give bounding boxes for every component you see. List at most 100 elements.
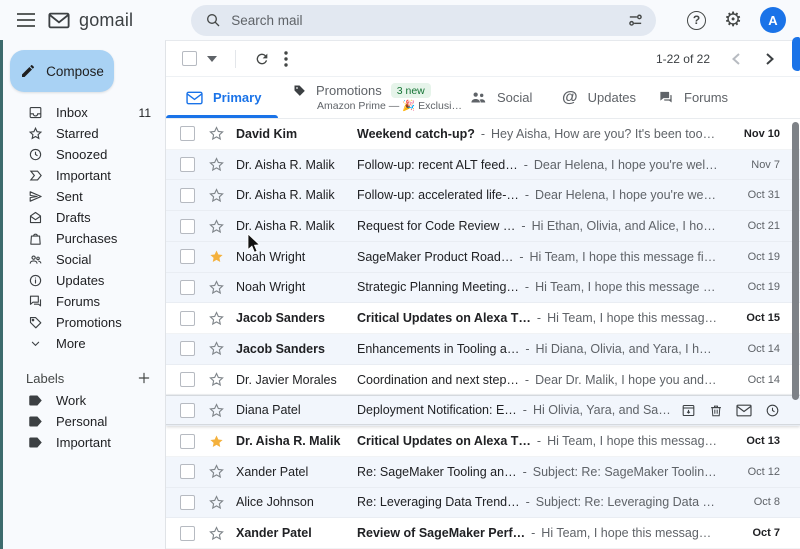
search-input[interactable] [231,12,618,28]
email-snippet: Subject: Re: Leveraging Data Trends to E… [535,495,718,510]
email-sender: Noah Wright [236,280,306,295]
star-toggle-icon[interactable] [208,402,225,419]
row-checkbox[interactable] [180,402,195,418]
separator: - [519,249,524,264]
star-toggle-icon[interactable] [208,494,225,511]
row-checkbox[interactable] [180,249,195,265]
search-options-tune-icon[interactable] [627,12,644,29]
sidebar-label-important[interactable]: Important [0,432,165,453]
more-options-icon[interactable] [280,47,292,71]
email-row[interactable]: Jacob Sanders Critical Updates on Alexa … [166,303,800,335]
email-row[interactable]: Dr. Javier Morales Coordination and next… [166,364,800,396]
star-toggle-icon[interactable] [208,187,225,204]
sidebar-item-important[interactable]: Important [0,165,165,186]
email-date: Oct 31 [747,189,780,202]
sidebar-item-updates[interactable]: Updates [0,270,165,291]
search-icon[interactable] [205,12,221,28]
star-toggle-icon[interactable] [208,525,225,542]
star-toggle-icon[interactable] [208,279,225,296]
help-icon[interactable]: ? [683,7,710,34]
star-toggle-icon[interactable] [208,310,225,327]
row-checkbox[interactable] [180,218,195,234]
star-toggle-icon[interactable] [208,463,225,480]
sidebar-label-personal[interactable]: Personal [0,411,165,432]
star-toggle-icon[interactable] [208,340,225,357]
star-toggle-icon[interactable] [208,371,225,388]
email-date: Oct 8 [753,496,780,509]
sidebar-item-label: Important [56,168,111,183]
row-checkbox[interactable] [180,126,195,142]
sidebar-item-snoozed[interactable]: Snoozed [0,144,165,165]
tab-social[interactable]: Social [450,77,542,118]
chevron-right-icon[interactable] [762,49,778,69]
sidebar-item-promotions[interactable]: Promotions [0,312,165,333]
star-toggle-icon[interactable] [208,125,225,142]
email-row-hovered[interactable]: Diana Patel Deployment Notification: E… -… [166,395,800,427]
row-checkbox[interactable] [180,157,195,173]
sidebar-item-forums[interactable]: Forums [0,291,165,312]
row-checkbox[interactable] [180,464,195,480]
row-checkbox[interactable] [180,433,195,449]
select-all-checkbox[interactable] [182,51,197,66]
email-row[interactable]: Dr. Aisha R. Malik Follow-up: accelerate… [166,180,800,212]
chevron-left-icon[interactable] [728,49,744,69]
star-toggle-icon[interactable] [208,218,225,235]
email-row[interactable]: Xander Patel Re: SageMaker Tooling an… - S… [166,456,800,488]
sidebar-item-starred[interactable]: Starred [0,123,165,144]
sidebar-item-sent[interactable]: Sent [0,186,165,207]
email-sender: Dr. Aisha R. Malik [236,434,341,449]
sidebar-label-work[interactable]: Work [0,390,165,411]
email-snippet: Hi Ethan, Olivia, and Alice, I hope this… [531,219,718,234]
sidebar-item-social[interactable]: Social [0,249,165,270]
row-checkbox[interactable] [180,279,195,295]
select-dropdown-caret-icon[interactable] [203,52,221,66]
email-subject: Coordination and next step… [357,372,519,387]
separator: - [536,434,542,449]
label-name: Work [56,393,87,408]
sidebar-item-drafts[interactable]: Drafts [0,207,165,228]
tab-primary[interactable]: Primary [166,77,278,118]
tab-promotions[interactable]: Promotions 3 new Amazon Prime — 🎉 Exclus… [278,77,462,118]
star-toggle-icon-filled[interactable] [208,433,225,450]
page-scrollbar-thumb[interactable] [792,37,800,71]
mark-unread-envelope-icon[interactable] [736,403,752,418]
email-subject: Request for Code Review … [357,219,516,234]
email-subject: SageMaker Product Road… [357,249,514,264]
settings-gear-icon[interactable]: ⚙ [720,6,746,34]
email-row[interactable]: David Kim Weekend catch-up? - Hey Aisha, H… [166,119,800,150]
tab-updates[interactable]: @ Updates [542,77,638,118]
sidebar-item-inbox[interactable]: Inbox 11 [0,102,165,123]
email-row[interactable]: Dr. Aisha R. Malik Critical Updates on A… [166,426,800,457]
hamburger-menu-icon[interactable] [8,2,44,38]
row-checkbox[interactable] [180,341,195,357]
compose-button[interactable]: Compose [10,50,114,92]
email-row[interactable]: Alice Johnson Re: Leveraging Data Trend…… [166,487,800,519]
archive-icon[interactable] [681,403,696,418]
snooze-clock-icon[interactable] [765,403,780,418]
row-checkbox[interactable] [180,494,195,510]
star-toggle-icon[interactable] [208,156,225,173]
tag-icon [292,83,307,98]
email-row[interactable]: Jacob Sanders Enhancements in Tooling a…… [166,334,800,365]
row-checkbox[interactable] [180,310,195,326]
account-avatar[interactable]: A [756,3,790,37]
trash-icon[interactable] [709,403,723,418]
sidebar-item-label: Forums [56,294,101,309]
tab-forums[interactable]: Forums [638,77,742,118]
new-count-badge: 3 new [390,83,431,98]
refresh-icon[interactable] [250,47,274,71]
email-row[interactable]: Dr. Aisha R. Malik Request for Code Revi… [166,211,800,242]
list-scrollbar-thumb[interactable] [792,122,799,400]
email-row[interactable]: Dr. Aisha R. Malik Follow-up: recent ALT… [166,149,800,181]
row-checkbox[interactable] [180,187,195,203]
email-row[interactable]: Noah Wright Strategic Planning Meeting… -… [166,272,800,304]
row-checkbox[interactable] [180,525,195,541]
row-checkbox[interactable] [180,372,195,388]
label-tag-icon [28,436,43,449]
sidebar-item-more[interactable]: More [0,333,165,354]
email-row[interactable]: Noah Wright SageMaker Product Road… - Hi T… [166,241,800,273]
email-row[interactable]: Xander Patel Review of SageMaker Perf… - H… [166,518,800,549]
sidebar-item-purchases[interactable]: Purchases [0,228,165,249]
add-label-plus-icon[interactable] [137,371,151,385]
star-toggle-icon-filled[interactable] [208,248,225,265]
